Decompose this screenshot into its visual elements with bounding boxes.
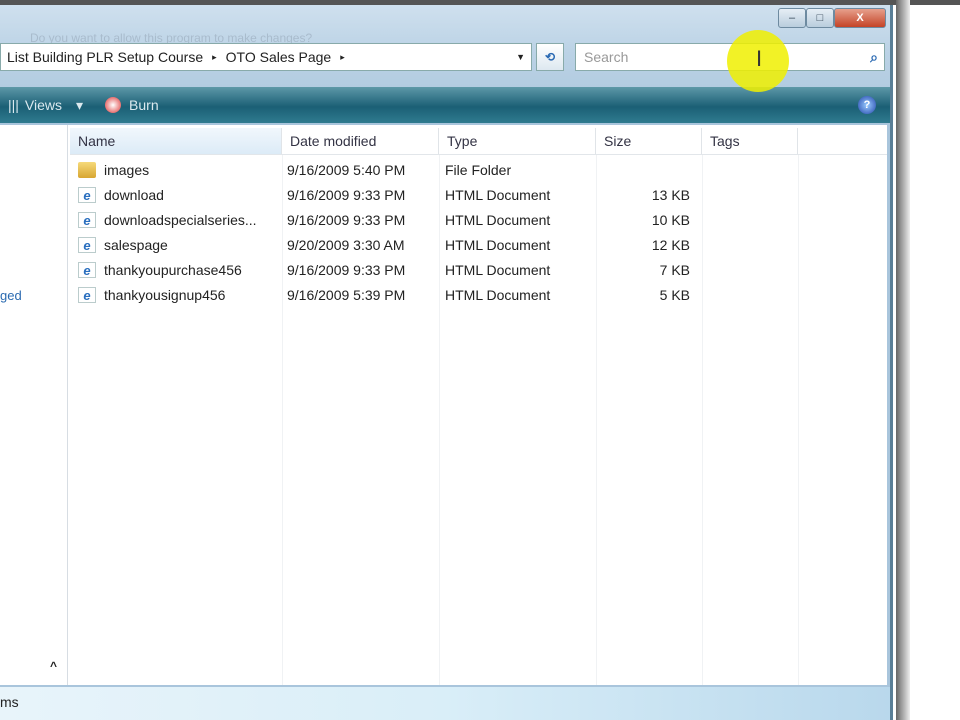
column-headers: Name Date modified Type Size Tags bbox=[70, 128, 887, 155]
address-bar[interactable]: List Building PLR Setup Course ▸ OTO Sal… bbox=[0, 43, 532, 71]
html-document-icon: e bbox=[78, 187, 96, 203]
status-bar: ms bbox=[0, 687, 890, 720]
file-row[interactable]: e thankyousignup456 9/16/2009 5:39 PM HTML … bbox=[78, 283, 690, 307]
column-header-name[interactable]: Name bbox=[70, 128, 282, 154]
breadcrumb-oto-sales-page[interactable]: OTO Sales Page bbox=[226, 49, 332, 65]
refresh-button[interactable]: ⟲ bbox=[536, 43, 564, 71]
command-bar: ||| Views ▾ Burn ? bbox=[0, 87, 890, 123]
file-size: 10 KB bbox=[651, 212, 690, 228]
views-button[interactable]: ||| Views ▾ bbox=[8, 97, 83, 114]
file-date: 9/20/2009 3:30 AM bbox=[287, 237, 405, 253]
file-name: images bbox=[104, 162, 150, 178]
file-name: salespage bbox=[104, 237, 168, 253]
maximize-button[interactable]: □ bbox=[806, 8, 834, 28]
column-divider bbox=[596, 155, 597, 685]
column-header-date[interactable]: Date modified bbox=[282, 128, 439, 154]
file-date: 9/16/2009 9:33 PM bbox=[287, 212, 406, 228]
file-date: 9/16/2009 5:39 PM bbox=[287, 287, 406, 303]
search-icon[interactable]: ⌕ bbox=[870, 44, 878, 70]
html-document-icon: e bbox=[78, 287, 96, 303]
burn-disc-icon bbox=[105, 97, 122, 113]
file-name: downloadspecialseries... bbox=[104, 212, 257, 228]
views-icon: ||| bbox=[8, 97, 19, 113]
file-size: 12 KB bbox=[651, 237, 690, 253]
file-type: HTML Document bbox=[445, 262, 551, 278]
navigation-pane: ged ^ bbox=[0, 125, 68, 685]
breadcrumb-list-building[interactable]: List Building PLR Setup Course bbox=[7, 49, 203, 65]
breadcrumb-arrow-icon[interactable]: ▸ bbox=[212, 52, 217, 63]
file-date: 9/16/2009 5:40 PM bbox=[287, 162, 406, 178]
help-icon[interactable]: ? bbox=[858, 96, 876, 114]
close-button[interactable]: X bbox=[834, 8, 886, 28]
window-shadow bbox=[896, 0, 910, 720]
column-divider bbox=[702, 155, 703, 685]
file-type: HTML Document bbox=[445, 187, 551, 203]
breadcrumb-arrow-icon[interactable]: ▸ bbox=[340, 52, 345, 63]
file-type: HTML Document bbox=[445, 212, 551, 228]
file-row[interactable]: e downloadspecialseries... 9/16/2009 9:33 … bbox=[78, 208, 690, 232]
file-size: 5 KB bbox=[659, 287, 690, 303]
file-pane: ged ^ Name Date modified Type Size Tags … bbox=[0, 125, 887, 685]
highlighted-text-cursor: I bbox=[727, 30, 789, 92]
views-dropdown-icon[interactable]: ▾ bbox=[76, 97, 83, 114]
column-header-size[interactable]: Size bbox=[596, 128, 702, 154]
i-beam-cursor-icon: I bbox=[756, 46, 763, 71]
address-dropdown-icon[interactable]: ▼ bbox=[516, 52, 525, 62]
file-type: File Folder bbox=[445, 162, 512, 178]
file-type: HTML Document bbox=[445, 287, 551, 303]
file-size: 7 KB bbox=[659, 262, 690, 278]
file-row[interactable]: e download 9/16/2009 9:33 PM HTML Document 1… bbox=[78, 183, 690, 207]
file-row[interactable]: e salespage 9/20/2009 3:30 AM HTML Document… bbox=[78, 233, 690, 257]
column-divider bbox=[798, 155, 799, 685]
burn-button[interactable]: Burn bbox=[91, 97, 159, 113]
folder-icon bbox=[78, 162, 96, 178]
views-label: Views bbox=[24, 97, 63, 113]
collapse-folders-icon[interactable]: ^ bbox=[50, 659, 57, 673]
file-size: 13 KB bbox=[651, 187, 690, 203]
column-header-type[interactable]: Type bbox=[439, 128, 596, 154]
nav-link[interactable]: ged bbox=[0, 288, 22, 303]
window-controls: – □ X bbox=[778, 8, 886, 28]
status-text: ms bbox=[0, 694, 19, 710]
search-placeholder: Search bbox=[584, 49, 629, 65]
minimize-button[interactable]: – bbox=[778, 8, 806, 28]
file-name: thankyoupurchase456 bbox=[104, 262, 242, 278]
file-row[interactable]: images 9/16/2009 5:40 PM File Folder bbox=[78, 158, 511, 182]
burn-label: Burn bbox=[129, 97, 159, 113]
column-header-tags[interactable]: Tags bbox=[702, 128, 798, 154]
column-divider bbox=[439, 155, 440, 685]
file-name: download bbox=[104, 187, 164, 203]
html-document-icon: e bbox=[78, 237, 96, 253]
file-date: 9/16/2009 9:33 PM bbox=[287, 262, 406, 278]
file-name: thankyousignup456 bbox=[104, 287, 226, 303]
file-row[interactable]: e thankyoupurchase456 9/16/2009 9:33 PM HTM… bbox=[78, 258, 690, 282]
html-document-icon: e bbox=[78, 212, 96, 228]
file-type: HTML Document bbox=[445, 237, 551, 253]
html-document-icon: e bbox=[78, 262, 96, 278]
file-date: 9/16/2009 9:33 PM bbox=[287, 187, 406, 203]
